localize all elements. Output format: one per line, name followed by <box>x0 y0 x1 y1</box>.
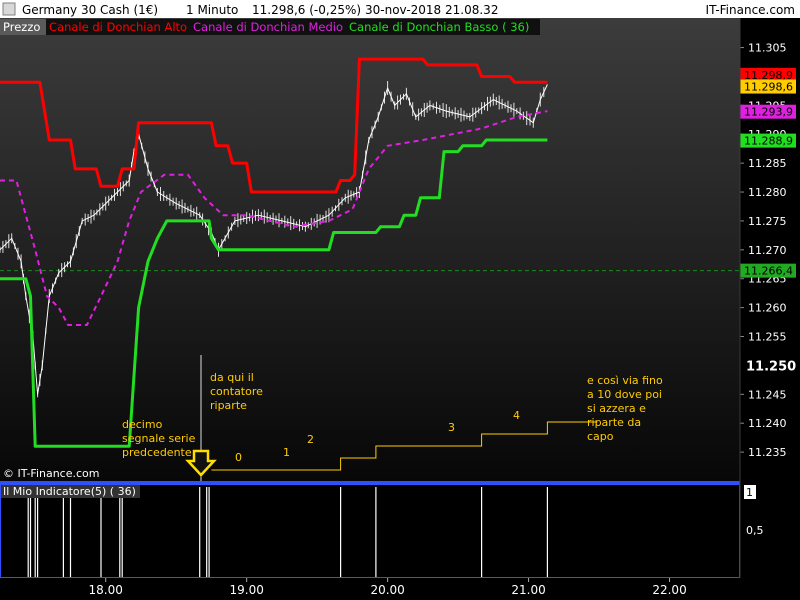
x-tick-label-2: 20.00 <box>370 583 404 597</box>
annotation-mid-2: contatore <box>210 385 263 398</box>
indicator-label[interactable]: Il Mio Indicatore(5) ( 36) <box>3 485 136 498</box>
chart: Germany 30 Cash (1€) 1 Minuto 11.298,6 (… <box>0 0 800 600</box>
x-tick-label-4: 22.00 <box>652 583 686 597</box>
x-tick-label-1: 19.00 <box>229 583 263 597</box>
annotation-right-4: riparte da <box>587 416 641 429</box>
counter-label-2: 2 <box>307 433 314 446</box>
annotation-left-3: predcedente <box>122 446 192 459</box>
annotation-left-1: decimo <box>122 418 163 431</box>
window-icon[interactable] <box>2 2 16 16</box>
price-tag-label-3: 11.288,9 <box>744 135 793 148</box>
x-tick-label-3: 21.00 <box>511 583 545 597</box>
price-tag-label-4: 11.266,4 <box>744 265 793 278</box>
y-tick-label-7: 11.270 <box>748 244 787 257</box>
price-tag-label-1: 11.298,6 <box>744 81 793 94</box>
counter-label-3: 3 <box>448 421 455 434</box>
y-tick-label-12: 11.240 <box>748 417 787 430</box>
brand-label: IT-Finance.com <box>706 3 795 17</box>
legend-middle[interactable]: Canale di Donchian Medio <box>193 20 343 34</box>
y-tick-label-9: 11.260 <box>748 302 787 315</box>
counter-label-1: 1 <box>283 446 290 459</box>
annotation-right-1: e così via fino <box>587 374 663 387</box>
chart-instrument: Germany 30 Cash (1€) <box>22 3 158 17</box>
x-tick-label-0: 18.00 <box>89 583 123 597</box>
watermark: © IT-Finance.com <box>3 467 100 480</box>
y-tick-label-bold: 11.250 <box>746 359 796 374</box>
chart-last-price: 11.298,6 (-0,25%) <box>252 3 361 17</box>
chart-datetime: 30-nov-2018 21.08.32 <box>365 3 498 17</box>
y-tick-label-10: 11.255 <box>748 331 787 344</box>
y-tick-label-5: 11.280 <box>748 186 787 199</box>
panel-separator[interactable] <box>0 481 740 484</box>
indicator-plot-background <box>0 484 740 578</box>
price-tag-label-2: 11.293,9 <box>744 106 793 119</box>
y-tick-label-0: 11.305 <box>748 42 787 55</box>
annotation-mid-1: da qui il <box>210 371 254 384</box>
annotation-mid-3: riparte <box>210 399 247 412</box>
y-tick-label-13: 11.235 <box>748 446 787 459</box>
annotation-left-2: segnale serie <box>122 432 196 445</box>
legend-lower[interactable]: Canale di Donchian Basso ( 36) <box>349 20 529 34</box>
annotation-right-5: capo <box>587 430 614 443</box>
annotation-right-3: si azzera e <box>587 402 646 415</box>
legend-upper[interactable]: Canale di Donchian Alto <box>49 20 187 34</box>
counter-label-0: 0 <box>235 451 242 464</box>
y-tick-label-6: 11.275 <box>748 215 787 228</box>
annotation-right-2: a 10 dove poi <box>587 388 662 401</box>
chart-timeframe: 1 Minuto <box>186 3 238 17</box>
y-tick-label-4: 11.285 <box>748 157 787 170</box>
y-tick-label-11: 11.245 <box>748 388 787 401</box>
legend-price[interactable]: Prezzo <box>3 20 40 34</box>
counter-label-4: 4 <box>513 409 520 422</box>
indicator-tick-label-0: 1 <box>746 486 753 499</box>
indicator-tick-label-1: 0,5 <box>746 524 764 537</box>
